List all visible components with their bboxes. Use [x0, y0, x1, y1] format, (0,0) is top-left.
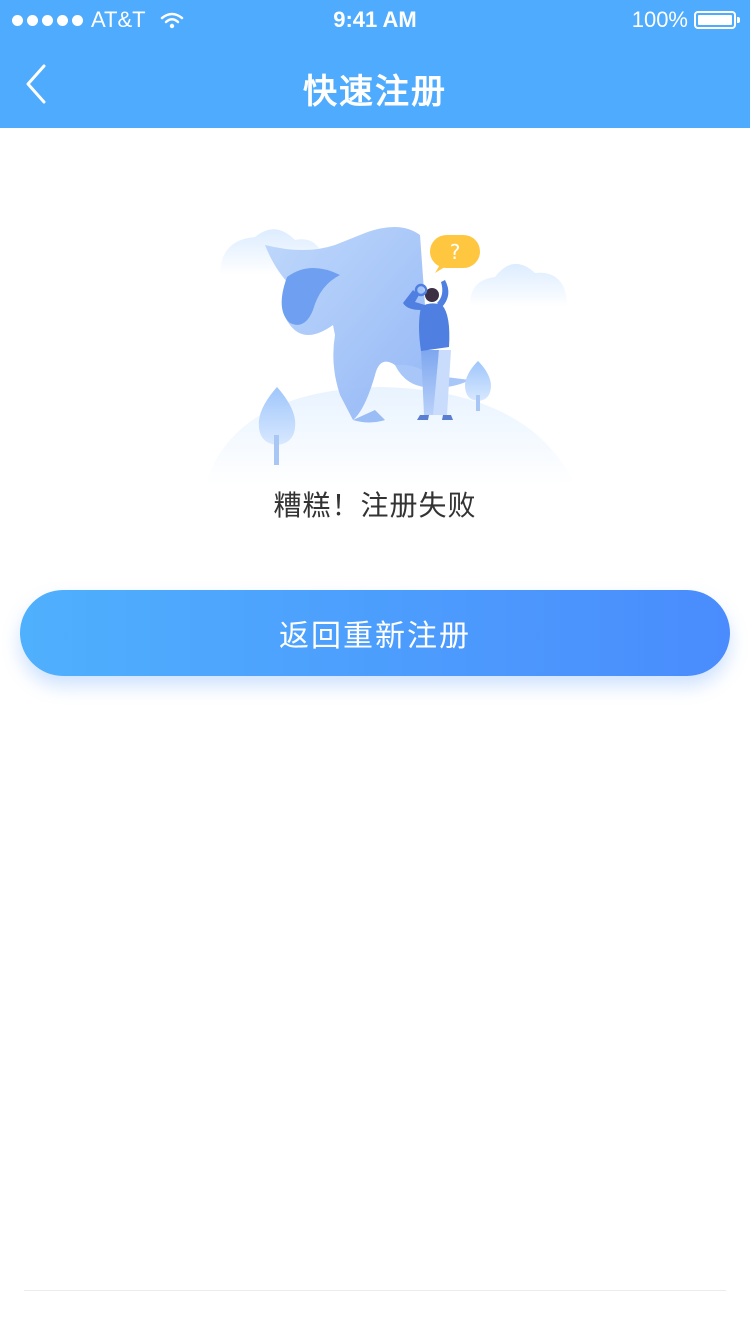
nav-bar: 快速注册	[0, 40, 750, 128]
page-title: 快速注册	[303, 72, 447, 112]
cloud-right	[470, 263, 567, 307]
status-bar: AT&T 9:41 AM 100%	[0, 0, 750, 40]
battery-percent: 100%	[631, 7, 688, 32]
question-badge-text: ?	[450, 240, 461, 264]
registration-failed-illustration: ?	[205, 226, 575, 485]
retry-register-button[interactable]: 返回重新注册	[20, 590, 730, 676]
status-right: 100%	[631, 7, 740, 33]
bottom-divider	[24, 1290, 726, 1291]
app-header: AT&T 9:41 AM 100% 快速注册	[0, 0, 750, 128]
question-badge: ?	[430, 235, 480, 273]
result-message: 糟糕！注册失败	[273, 489, 477, 522]
battery-icon	[694, 11, 740, 29]
